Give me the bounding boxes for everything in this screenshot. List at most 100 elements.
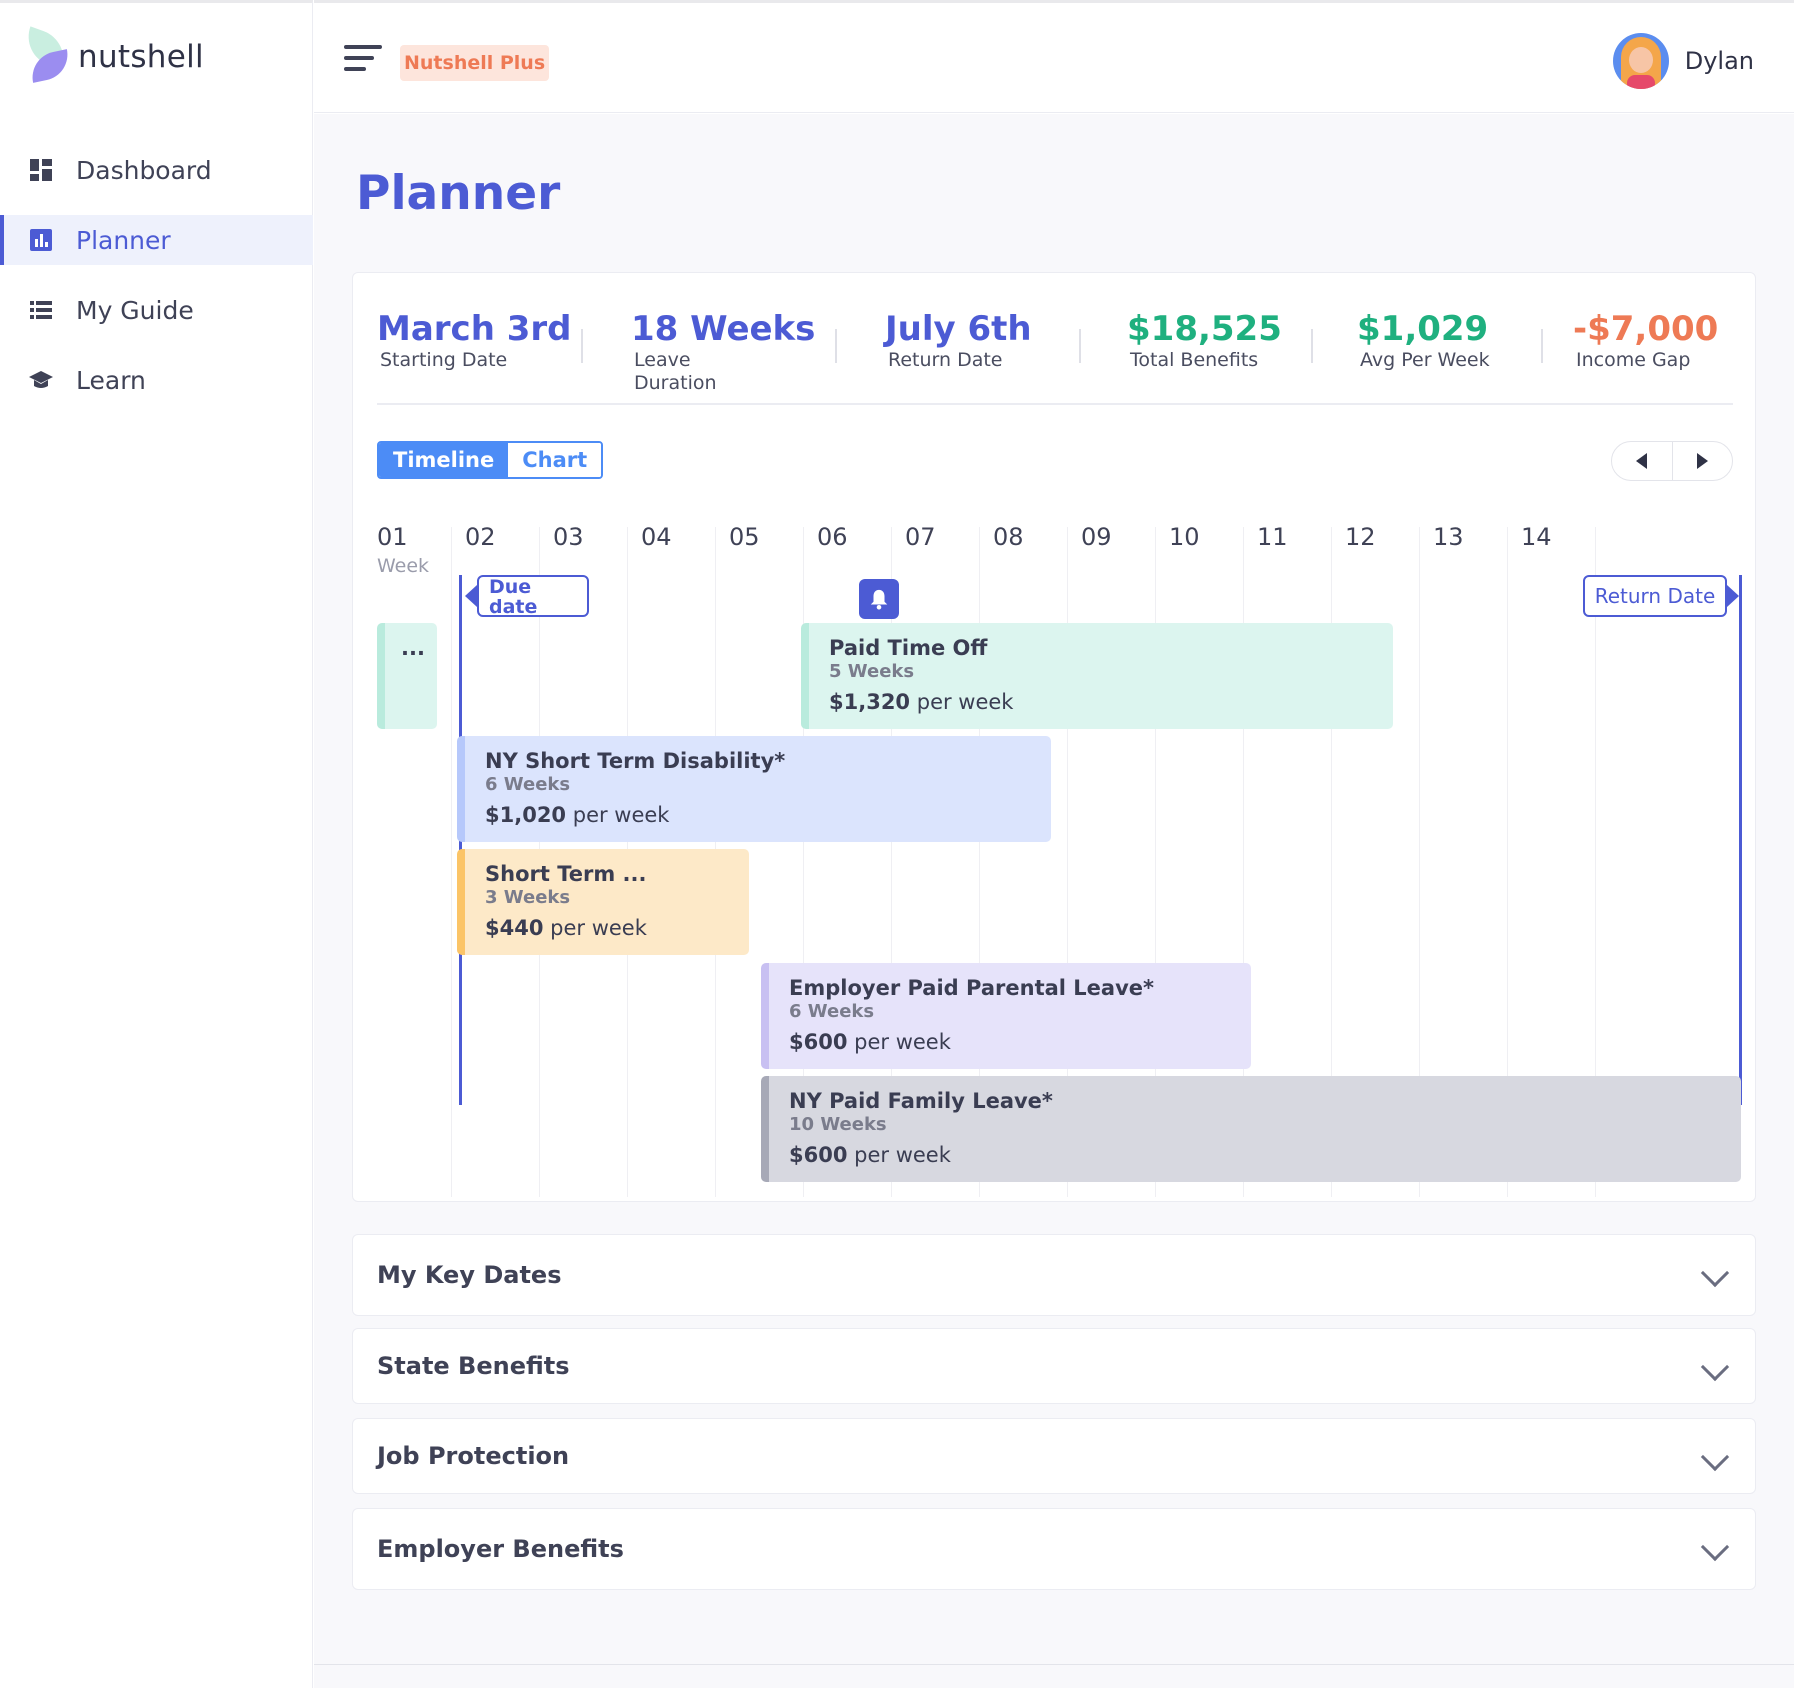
return-date-flag[interactable]: Return Date bbox=[1583, 575, 1727, 617]
benefit-bar-paid-time-off[interactable]: Paid Time Off 5 Weeks $1,320 per week bbox=[801, 623, 1393, 729]
next-button[interactable] bbox=[1673, 442, 1733, 480]
week-label: 03 bbox=[553, 523, 584, 551]
week-axis-label: Week bbox=[377, 555, 430, 577]
benefit-amount: $440 per week bbox=[485, 916, 647, 940]
benefit-title: NY Short Term Disability* bbox=[485, 749, 786, 773]
view-toggle: Timeline Chart bbox=[377, 441, 604, 479]
sidebar-item-dashboard[interactable]: Dashboard bbox=[0, 145, 313, 195]
stats-row: March 3rd Starting Date 18 Weeks Leave D… bbox=[377, 309, 1733, 405]
benefit-weeks: 10 Weeks bbox=[789, 1114, 887, 1135]
logo[interactable]: nutshell bbox=[20, 26, 204, 83]
week-pager bbox=[1611, 441, 1733, 481]
section-employer-benefits[interactable]: Employer Benefits bbox=[352, 1508, 1756, 1590]
stat-label: Leave Duration bbox=[634, 349, 717, 394]
stat-divider bbox=[1079, 329, 1081, 363]
due-date-arrow bbox=[465, 585, 477, 607]
logo-text: nutshell bbox=[78, 39, 204, 75]
section-title: State Benefits bbox=[377, 1352, 570, 1380]
benefit-title: Short Term ... bbox=[485, 862, 647, 886]
return-date-line bbox=[1739, 575, 1742, 1105]
sidebar-item-label: Learn bbox=[76, 365, 146, 395]
stat-divider bbox=[581, 329, 583, 363]
week-label: 07 bbox=[905, 523, 936, 551]
week-label: 08 bbox=[993, 523, 1024, 551]
sidebar-item-my-guide[interactable]: My Guide bbox=[0, 285, 313, 335]
chevron-down-icon bbox=[1700, 1442, 1730, 1472]
benefit-amount: $1,320 per week bbox=[829, 690, 1014, 714]
dashboard-icon bbox=[28, 157, 54, 183]
list-icon bbox=[28, 297, 54, 323]
stat-divider bbox=[1541, 329, 1543, 363]
stat-avg-per-week: $1,029 Avg Per Week bbox=[1357, 309, 1490, 372]
planner-card: March 3rd Starting Date 18 Weeks Leave D… bbox=[352, 272, 1756, 1202]
week-label: 02 bbox=[465, 523, 496, 551]
stat-divider bbox=[1311, 329, 1313, 363]
stat-value: -$7,000 bbox=[1573, 309, 1719, 349]
plan-badge[interactable]: Nutshell Plus bbox=[400, 45, 550, 81]
stat-starting-date: March 3rd Starting Date bbox=[377, 309, 572, 372]
section-title: Employer Benefits bbox=[377, 1535, 624, 1563]
avatar bbox=[1612, 33, 1669, 89]
return-date-arrow bbox=[1727, 585, 1739, 607]
sidebar-item-planner[interactable]: Planner bbox=[0, 215, 313, 265]
sidebar-item-learn[interactable]: Learn bbox=[0, 355, 313, 405]
section-job-protection[interactable]: Job Protection bbox=[352, 1418, 1756, 1494]
week-label: 09 bbox=[1081, 523, 1112, 551]
stat-total-benefits: $18,525 Total Benefits bbox=[1127, 309, 1282, 372]
top-bar: Nutshell Plus Dylan bbox=[314, 0, 1794, 113]
chart-icon bbox=[28, 227, 54, 253]
benefit-bar-ny-short-term-disability[interactable]: NY Short Term Disability* 6 Weeks $1,020… bbox=[457, 736, 1051, 842]
prev-button[interactable] bbox=[1612, 442, 1673, 480]
benefit-bar-ny-paid-family-leave[interactable]: NY Paid Family Leave* 10 Weeks $600 per … bbox=[761, 1076, 1741, 1182]
sidebar-nav: Dashboard Planner My Guide Learn bbox=[0, 145, 313, 425]
bell-icon[interactable] bbox=[859, 579, 899, 619]
user-menu[interactable]: Dylan bbox=[1612, 33, 1754, 89]
sidebar-item-label: Dashboard bbox=[76, 155, 212, 185]
due-date-flag[interactable]: Due date bbox=[477, 575, 589, 617]
stat-label: Avg Per Week bbox=[1360, 349, 1490, 371]
footer-divider bbox=[314, 1664, 1794, 1665]
chevron-down-icon bbox=[1700, 1352, 1730, 1382]
tab-timeline[interactable]: Timeline bbox=[379, 443, 509, 477]
stat-income-gap: -$7,000 Income Gap bbox=[1573, 309, 1718, 372]
week-label: 14 bbox=[1521, 523, 1552, 551]
stat-label: Return Date bbox=[888, 349, 1003, 371]
benefit-amount: $1,020 per week bbox=[485, 803, 670, 827]
stat-label: Starting Date bbox=[380, 349, 508, 371]
benefit-title: Paid Time Off bbox=[829, 636, 988, 660]
chevron-down-icon bbox=[1700, 1258, 1730, 1288]
week-label: 06 bbox=[817, 523, 848, 551]
sidebar-item-label: My Guide bbox=[76, 295, 194, 325]
main-content: Planner March 3rd Starting Date 18 Weeks… bbox=[314, 114, 1794, 1688]
section-state-benefits[interactable]: State Benefits bbox=[352, 1328, 1756, 1404]
graduation-cap-icon bbox=[28, 367, 54, 393]
benefit-title: NY Paid Family Leave* bbox=[789, 1089, 1053, 1113]
grid-line bbox=[451, 527, 452, 1197]
stat-value: $18,525 bbox=[1127, 309, 1282, 349]
stat-label: Total Benefits bbox=[1130, 349, 1259, 371]
week-label: 04 bbox=[641, 523, 672, 551]
stat-value: March 3rd bbox=[377, 309, 572, 349]
stat-return-date: July 6th Return Date bbox=[885, 309, 1032, 372]
section-title: Job Protection bbox=[377, 1442, 570, 1470]
benefit-weeks: 3 Weeks bbox=[485, 887, 571, 908]
section-my-key-dates[interactable]: My Key Dates bbox=[352, 1234, 1756, 1316]
benefit-weeks: 6 Weeks bbox=[789, 1001, 875, 1022]
benefit-bar-employer-paid-parental-leave[interactable]: Employer Paid Parental Leave* 6 Weeks $6… bbox=[761, 963, 1251, 1069]
sidebar: nutshell Dashboard Planner My Guide Lear… bbox=[0, 0, 313, 1688]
caret-right-icon bbox=[1696, 453, 1708, 469]
benefit-bar-short-term[interactable]: Short Term ... 3 Weeks $440 per week bbox=[457, 849, 749, 955]
collapsed-benefit-bar[interactable]: ... bbox=[377, 623, 437, 729]
stat-label: Income Gap bbox=[1576, 349, 1691, 371]
stat-value: $1,029 bbox=[1357, 309, 1489, 349]
stat-value: 18 Weeks bbox=[631, 309, 816, 349]
week-label: 11 bbox=[1257, 523, 1288, 551]
menu-icon[interactable] bbox=[344, 45, 382, 75]
tab-chart[interactable]: Chart bbox=[508, 443, 602, 477]
benefit-amount: $600 per week bbox=[789, 1143, 951, 1167]
week-label: 10 bbox=[1169, 523, 1200, 551]
stat-leave-duration: 18 Weeks Leave Duration bbox=[631, 309, 815, 395]
week-label: 01 bbox=[377, 523, 408, 551]
caret-left-icon bbox=[1636, 453, 1648, 469]
nutshell-logo-icon bbox=[20, 26, 73, 83]
